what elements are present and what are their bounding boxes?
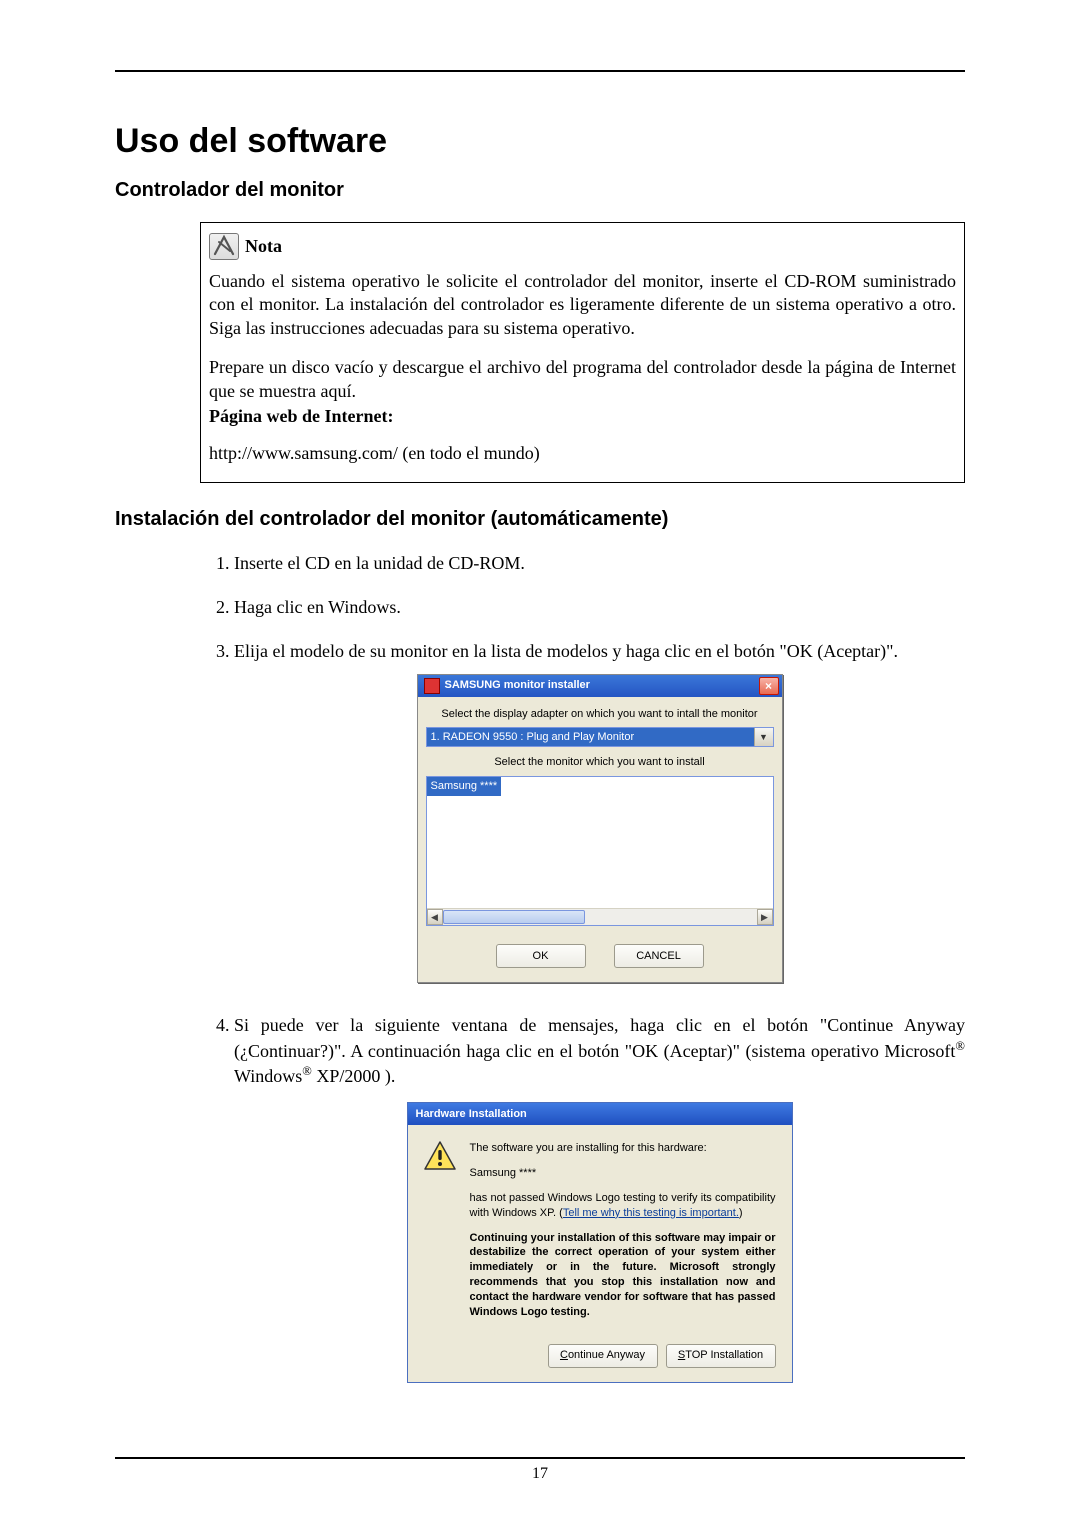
dialog2-text: The software you are installing for this…	[470, 1141, 776, 1329]
dialog1-monitor-label: Select the monitor which you want to ins…	[426, 755, 774, 770]
bottom-rule	[115, 1457, 965, 1459]
dialog1-body: Select the display adapter on which you …	[418, 697, 782, 983]
dialog1-title-text: SAMSUNG monitor installer	[445, 678, 590, 693]
ok-button[interactable]: OK	[496, 944, 586, 968]
app-icon	[424, 678, 440, 694]
step-4-text-c: XP/2000 ).	[312, 1066, 396, 1086]
step-3: Elija el modelo de su monitor en la list…	[234, 639, 965, 983]
note-title: Nota	[245, 236, 282, 257]
adapter-selected-value: 1. RADEON 9550 : Plug and Play Monitor	[431, 730, 635, 745]
monitor-listbox[interactable]: Samsung **** ◀ ▶	[426, 776, 774, 926]
adapter-dropdown[interactable]: 1. RADEON 9550 : Plug and Play Monitor ▼	[426, 727, 774, 747]
close-icon[interactable]: ×	[759, 677, 779, 695]
monitor-list-item[interactable]: Samsung ****	[427, 777, 502, 796]
scroll-thumb[interactable]	[443, 910, 585, 924]
step-1: Inserte el CD en la unidad de CD-ROM.	[234, 551, 965, 575]
dialog2-body: The software you are installing for this…	[408, 1125, 792, 1343]
dialog1-adapter-label: Select the display adapter on which you …	[426, 707, 774, 722]
registered-mark-2: ®	[302, 1064, 312, 1078]
step-2: Haga clic en Windows.	[234, 595, 965, 619]
dialog2-button-row: Continue Anyway STOP Installation	[408, 1344, 792, 1382]
dlg2-line1: The software you are installing for this…	[470, 1141, 776, 1156]
continue-mnemonic: C	[560, 1349, 568, 1361]
section-heading-controller: Controlador del monitor	[115, 179, 965, 202]
continue-anyway-button[interactable]: Continue Anyway	[548, 1344, 658, 1368]
install-steps-list: Inserte el CD en la unidad de CD-ROM. Ha…	[200, 551, 965, 1383]
scroll-track[interactable]	[443, 909, 757, 925]
note-icon	[209, 233, 239, 260]
step-4-text-a: Si puede ver la siguiente ventana de men…	[234, 1015, 965, 1060]
page-number: 17	[115, 1465, 965, 1483]
dlg2-line3b: )	[739, 1207, 743, 1219]
chevron-down-icon[interactable]: ▼	[754, 728, 773, 746]
step-4: Si puede ver la siguiente ventana de men…	[234, 1013, 965, 1382]
dialog2-titlebar[interactable]: Hardware Installation	[408, 1103, 792, 1125]
samsung-installer-dialog: SAMSUNG monitor installer × Select the d…	[417, 674, 783, 984]
tell-me-why-link[interactable]: Tell me why this testing is important.	[563, 1207, 739, 1219]
note-paragraph-1: Cuando el sistema operativo le solicite …	[209, 270, 956, 340]
note-header: Nota	[209, 233, 956, 260]
note-url: http://www.samsung.com/ (en todo el mund…	[209, 442, 956, 465]
note-web-label: Página web de Internet:	[209, 405, 956, 428]
stop-rest: TOP Installation	[685, 1349, 763, 1361]
step-3-text: Elija el modelo de su monitor en la list…	[234, 641, 898, 661]
horizontal-scrollbar[interactable]: ◀ ▶	[427, 908, 773, 925]
dlg2-line2: Samsung ****	[470, 1166, 776, 1181]
scroll-right-icon[interactable]: ▶	[757, 909, 773, 925]
scroll-left-icon[interactable]: ◀	[427, 909, 443, 925]
note-box: Nota Cuando el sistema operativo le soli…	[200, 222, 965, 483]
note-paragraph-2: Prepare un disco vacío y descargue el ar…	[209, 356, 956, 403]
page-footer: 17	[115, 1457, 965, 1483]
dlg2-line3: has not passed Windows Logo testing to v…	[470, 1191, 776, 1221]
top-rule	[115, 70, 965, 72]
registered-mark-1: ®	[955, 1039, 965, 1053]
dialog1-titlebar[interactable]: SAMSUNG monitor installer ×	[418, 675, 782, 697]
document-page: Uso del software Controlador del monitor…	[0, 0, 1080, 1527]
dialog2-title-text: Hardware Installation	[416, 1107, 527, 1122]
section-heading-install: Instalación del controlador del monitor …	[115, 508, 965, 531]
dlg2-warning-paragraph: Continuing your installation of this sof…	[470, 1231, 776, 1320]
cancel-button[interactable]: CANCEL	[614, 944, 704, 968]
page-title: Uso del software	[115, 122, 965, 161]
step-4-text-b: Windows	[234, 1066, 302, 1086]
hardware-installation-dialog: Hardware Installation The software you a…	[407, 1102, 793, 1382]
dialog1-button-row: OK CANCEL	[426, 944, 774, 968]
continue-rest: ontinue Anyway	[568, 1349, 645, 1361]
warning-icon	[424, 1141, 456, 1171]
stop-installation-button[interactable]: STOP Installation	[666, 1344, 776, 1368]
